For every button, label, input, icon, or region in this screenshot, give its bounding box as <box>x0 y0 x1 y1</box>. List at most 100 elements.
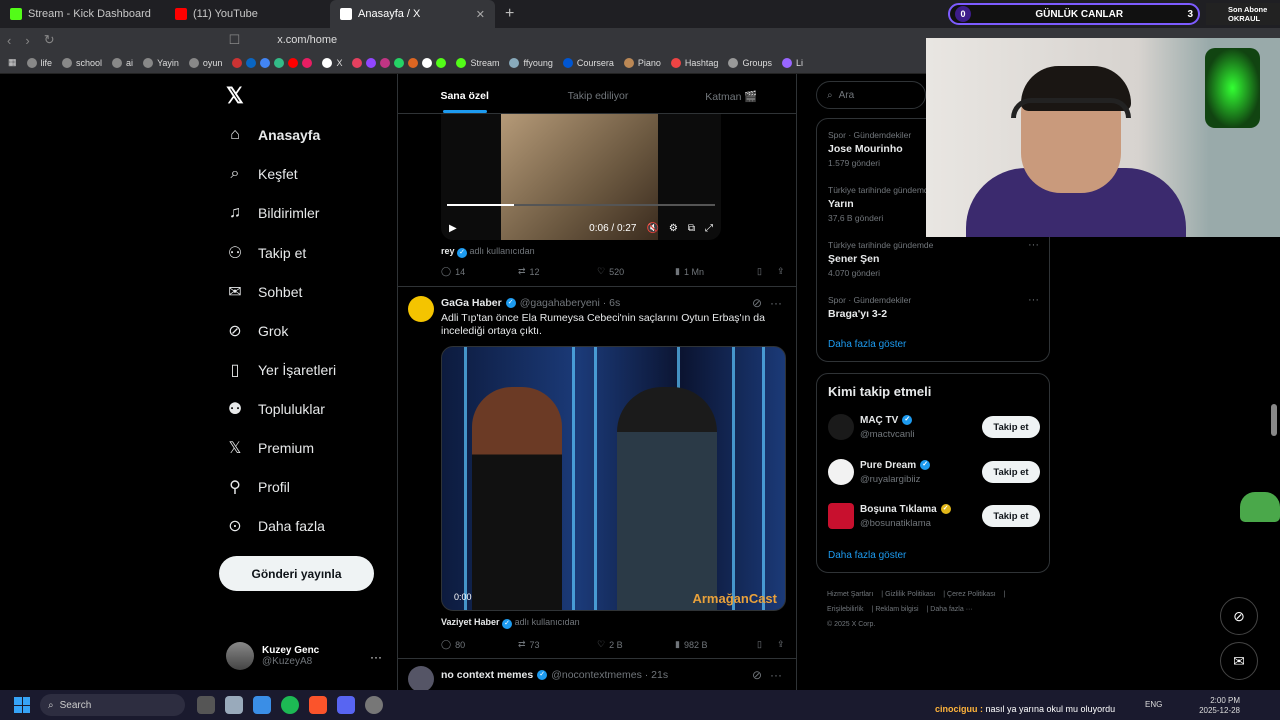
trend-item[interactable]: Türkiye tarihinde gündemde Yarın 37,6 B … <box>828 185 933 223</box>
tab-youtube[interactable]: (11) YouTube <box>165 0 330 28</box>
nav-follow[interactable]: ⚇ Takip et <box>226 243 306 263</box>
more-icon[interactable]: ··· <box>370 650 382 664</box>
nav-communities[interactable]: ⚉ Topluluklar <box>226 399 325 419</box>
grok-icon[interactable]: ⊘ <box>752 668 762 682</box>
grok-fab-button[interactable]: ⊘ <box>1220 597 1258 635</box>
forward-icon[interactable]: › <box>18 33 36 48</box>
task-view-icon[interactable] <box>197 696 215 714</box>
follow-button[interactable]: Takip et <box>982 505 1040 527</box>
grok-icon[interactable]: ⊘ <box>752 296 762 310</box>
more-icon[interactable]: ··· <box>1028 294 1039 306</box>
share-button[interactable]: ⇪ <box>777 266 785 277</box>
nav-bookmarks[interactable]: ▯ Yer İşaretleri <box>226 360 336 380</box>
scrollbar-thumb[interactable] <box>1271 404 1277 436</box>
bookmark-stream[interactable]: Stream <box>456 57 499 68</box>
bookmark-star-icon[interactable]: ☐ <box>222 32 248 48</box>
reply-button[interactable]: ◯ 80 <box>441 639 518 650</box>
more-icon[interactable]: ··· <box>770 668 782 682</box>
more-icon[interactable]: ··· <box>770 296 782 310</box>
bookmark-life[interactable]: life <box>26 57 52 68</box>
follow-suggestion[interactable]: Boşuna Tıklama ✓ @bosunatiklama Takip et <box>828 503 1040 529</box>
nav-more[interactable]: ⊙ Daha fazla <box>226 516 325 536</box>
trend-item[interactable]: Spor · Gündemdekiler Jose Mourinho 1.579… <box>828 130 911 168</box>
footer-link[interactable]: Daha fazla ··· <box>930 606 972 613</box>
retweet-button[interactable]: ⇄ 73 <box>518 639 597 650</box>
author-name[interactable]: no context memes <box>441 669 533 681</box>
settings-icon[interactable]: ⚙ <box>669 223 678 234</box>
retweet-button[interactable]: ⇄ 12 <box>518 266 597 277</box>
follow-button[interactable]: Takip et <box>982 416 1040 438</box>
search-input[interactable]: ⌕ Ara <box>816 81 926 109</box>
close-tab-icon[interactable]: ✕ <box>476 8 485 21</box>
app-icon[interactable] <box>253 696 271 714</box>
avatar[interactable] <box>408 666 434 690</box>
bookmark-ai[interactable]: ai <box>112 57 133 68</box>
bookmark-yayin[interactable]: Yayin <box>143 57 179 68</box>
taskbar-search[interactable]: ⌕ Search <box>40 694 185 716</box>
footer-link[interactable]: Hizmet Şartları <box>827 591 873 598</box>
avatar[interactable] <box>408 296 434 322</box>
language-indicator[interactable]: ENG <box>1145 700 1162 709</box>
bookmark-icons[interactable] <box>232 57 313 68</box>
like-button[interactable]: ♡ 2 B <box>597 639 675 650</box>
bookmark-li[interactable]: Li <box>781 57 803 68</box>
windows-start-icon[interactable] <box>14 697 30 713</box>
follow-button[interactable]: Takip et <box>982 461 1040 483</box>
views-button[interactable]: ▮ 1 Mn <box>675 266 757 277</box>
footer-link[interactable]: Gizlilik Politikası <box>885 591 935 598</box>
show-more-link[interactable]: Daha fazla göster <box>828 339 906 350</box>
pip-icon[interactable]: ⧉ <box>688 223 695 234</box>
nav-premium[interactable]: 𝕏 Premium <box>226 438 314 458</box>
apps-icon[interactable]: ▦ <box>8 57 17 68</box>
follow-suggestion[interactable]: Pure Dream ✓ @ruyalargibiiz Takip et <box>828 459 1040 485</box>
discord-icon[interactable] <box>337 696 355 714</box>
trend-item[interactable]: Türkiye tarihinde gündemde Şener Şen 4.0… <box>828 240 933 278</box>
x-logo-icon[interactable]: 𝕏 <box>226 83 244 109</box>
attribution-user[interactable]: rey <box>441 246 455 256</box>
bookmark-ffyoung[interactable]: ffyoung <box>509 57 553 68</box>
bookmark-x[interactable]: X <box>322 57 342 68</box>
app-icon[interactable] <box>225 696 243 714</box>
bookmark-groups[interactable]: Groups <box>728 57 772 68</box>
share-button[interactable]: ⇪ <box>777 639 785 650</box>
bookmark-button[interactable]: ▯ <box>757 266 777 277</box>
account-switcher[interactable]: Kuzey Genc @KuzeyA8 <box>226 642 319 670</box>
clock[interactable]: 2:00 PM 2025-12-28 <box>1199 696 1240 716</box>
attribution-user[interactable]: Vaziyet Haber <box>441 617 500 627</box>
footer-link[interactable]: Erişilebilirlik <box>827 606 864 613</box>
video-player[interactable]: ArmağanCast 0:00 <box>441 346 786 611</box>
bookmark-school[interactable]: school <box>62 57 102 68</box>
footer-link[interactable]: Reklam bilgisi <box>875 606 918 613</box>
tab-x-home[interactable]: Anasayfa / X ✕ <box>330 0 495 28</box>
url-field[interactable]: x.com/home <box>277 34 337 46</box>
brave-icon[interactable] <box>309 696 327 714</box>
bookmark-icons-2[interactable] <box>352 57 447 68</box>
bookmark-hashtag[interactable]: Hashtag <box>670 57 718 68</box>
play-icon[interactable]: ▶ <box>449 223 457 234</box>
nav-explore[interactable]: ⌕ Keşfet <box>226 165 298 183</box>
nav-profile[interactable]: ⚲ Profil <box>226 477 290 497</box>
video-player[interactable]: ▶ 0:06 / 0:27 🔇 ⚙ ⧉ ⤢ <box>441 114 721 240</box>
like-button[interactable]: ♡ 520 <box>597 266 675 277</box>
post-button[interactable]: Gönderi yayınla <box>219 556 374 591</box>
author-handle[interactable]: @nocontextmemes · 21s <box>551 669 668 681</box>
bookmark-coursera[interactable]: Coursera <box>562 57 614 68</box>
messages-fab-button[interactable]: ✉ <box>1220 642 1258 680</box>
mute-icon[interactable]: 🔇 <box>646 223 658 234</box>
trend-item[interactable]: Spor · Gündemdekiler Braga'yı 3-2 <box>828 295 911 320</box>
nav-grok[interactable]: ⊘ Grok <box>226 321 288 341</box>
bookmark-button[interactable]: ▯ <box>757 639 777 650</box>
author-handle[interactable]: @gagahaberyeni · 6s <box>520 297 621 309</box>
video-progress[interactable] <box>447 204 715 206</box>
show-more-link[interactable]: Daha fazla göster <box>828 550 906 561</box>
footer-link[interactable]: Çerez Politikası <box>947 591 996 598</box>
nav-home[interactable]: ⌂ Anasayfa <box>226 126 320 144</box>
app-icon[interactable] <box>365 696 383 714</box>
bookmark-oyun[interactable]: oyun <box>188 57 222 68</box>
bookmark-piano[interactable]: Piano <box>623 57 661 68</box>
tab-kick-dashboard[interactable]: Stream - Kick Dashboard <box>0 0 165 28</box>
tab-for-you[interactable]: Sana özel <box>398 74 531 113</box>
new-tab-icon[interactable]: + <box>495 5 524 23</box>
nav-messages[interactable]: ✉ Sohbet <box>226 282 302 302</box>
author-name[interactable]: GaGa Haber <box>441 297 502 309</box>
